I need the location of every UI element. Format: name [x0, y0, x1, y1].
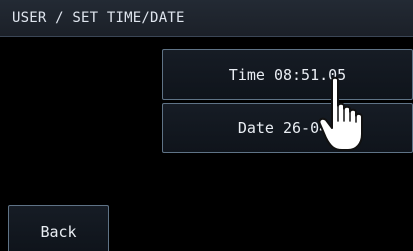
device-screen: USER / SET TIME/DATE Time 08:51.05 Date … [0, 0, 413, 251]
set-date-button[interactable]: Date 26-04- [162, 103, 413, 153]
page-title: USER / SET TIME/DATE [12, 10, 185, 26]
title-bar: USER / SET TIME/DATE [0, 0, 413, 37]
back-label: Back [40, 222, 77, 241]
hand-pointer-icon [318, 76, 363, 151]
set-time-button[interactable]: Time 08:51.05 [162, 49, 413, 100]
back-button[interactable]: Back [8, 205, 109, 251]
